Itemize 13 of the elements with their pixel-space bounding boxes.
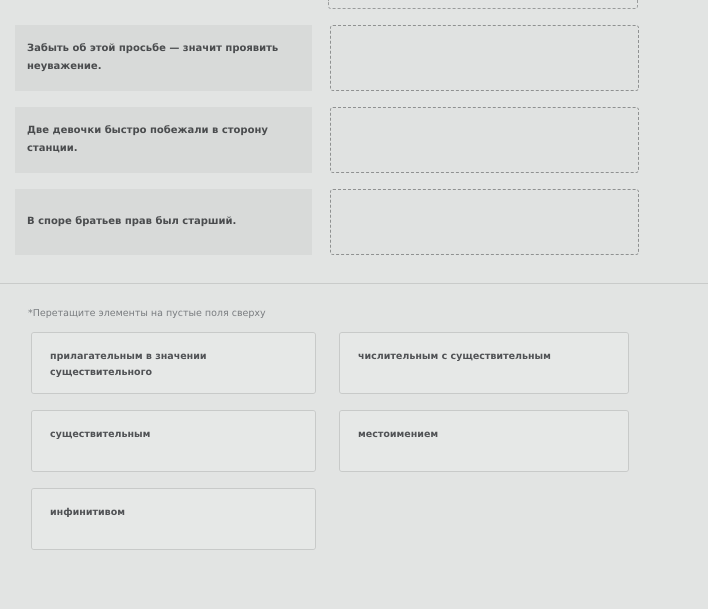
draggable-option[interactable]: инфинитивом: [31, 488, 316, 550]
draggable-option[interactable]: числительным с существительным: [339, 332, 629, 394]
sentence-card: Две девочки быстро побежали в сторону станции.: [15, 107, 312, 173]
drop-zone[interactable]: [330, 25, 639, 91]
sentence-card: В споре братьев прав был старший.: [15, 189, 312, 255]
drop-zone[interactable]: [330, 107, 639, 173]
instruction-text: *Перетащите элементы на пустые поля сверху: [27, 307, 267, 319]
drop-zone[interactable]: [328, 0, 638, 9]
draggable-option[interactable]: местоимением: [339, 410, 629, 472]
sentence-card: Забыть об этой просьбе — значит проявить неуважение.: [15, 25, 312, 91]
drop-zone[interactable]: [330, 189, 639, 255]
draggable-option[interactable]: прилагательным в значении существительного: [31, 332, 316, 394]
draggable-option[interactable]: существительным: [31, 410, 316, 472]
